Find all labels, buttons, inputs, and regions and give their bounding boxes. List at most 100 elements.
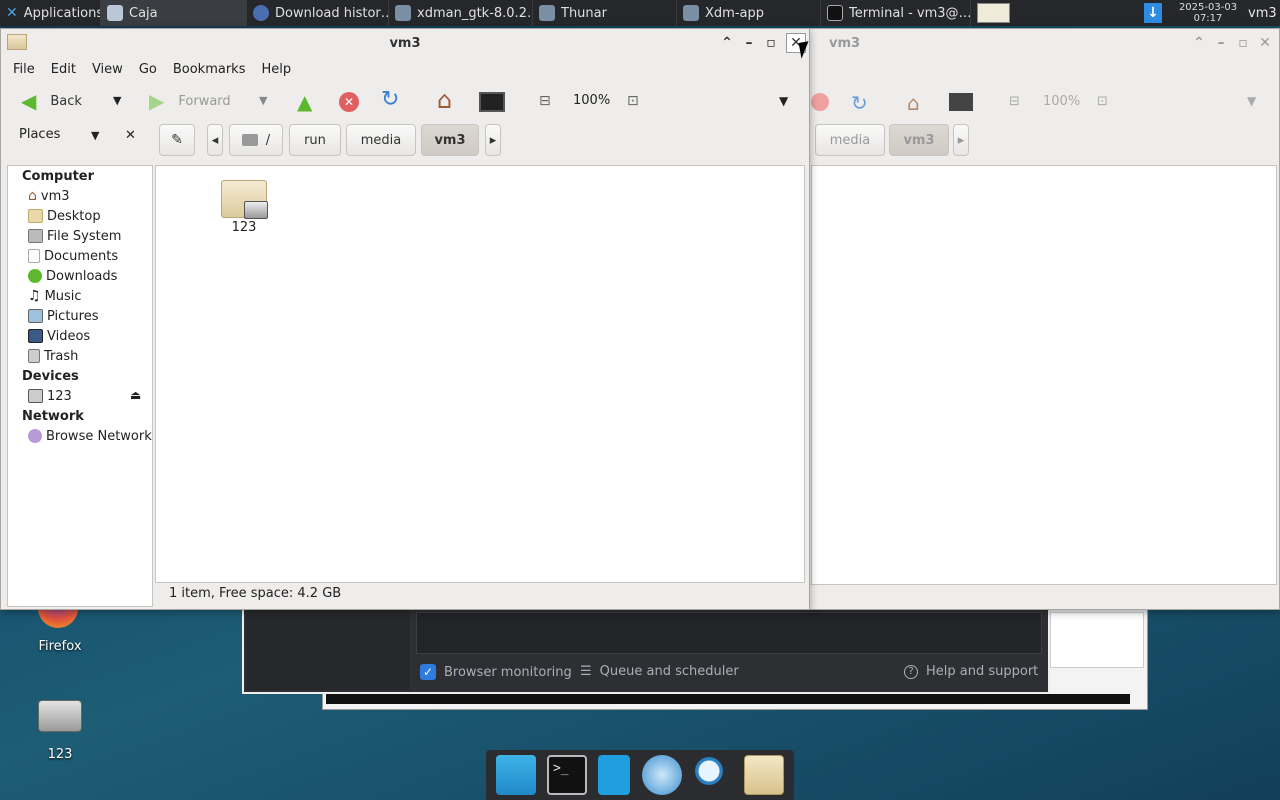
file-item[interactable]: 123 bbox=[214, 180, 274, 235]
menu-go[interactable]: Go bbox=[131, 62, 165, 77]
task-download-history[interactable]: Download histor… bbox=[246, 0, 388, 26]
second-crumb-vm3[interactable]: vm3 bbox=[889, 124, 949, 156]
maximize-icon[interactable]: ▫ bbox=[763, 35, 779, 51]
task-terminal[interactable]: Terminal - vm3@… bbox=[820, 0, 970, 26]
overflow-chevron-icon[interactable]: ▼ bbox=[779, 94, 788, 108]
task-xdman[interactable]: xdman_gtk-8.0.2… bbox=[388, 0, 532, 26]
browser-monitoring-toggle[interactable]: ✓ Browser monitoring bbox=[420, 664, 572, 680]
zoom-out-icon[interactable]: ⊟ bbox=[539, 93, 551, 109]
caja-window: vm3 ⌃ – ▫ ✕ File Edit View Go Bookmarks … bbox=[0, 28, 810, 610]
crumb-prev-icon[interactable]: ◂ bbox=[207, 124, 223, 156]
sidebar-item-trash[interactable]: Trash bbox=[8, 346, 152, 366]
second-zoom-level: 100% bbox=[1043, 94, 1081, 109]
sidebar-header-computer: Computer bbox=[22, 168, 95, 184]
crumb-next-icon[interactable]: ▸ bbox=[485, 124, 501, 156]
computer-icon[interactable] bbox=[949, 93, 973, 111]
maximize-icon[interactable]: ▫ bbox=[1235, 35, 1251, 51]
task-thunar[interactable]: Thunar bbox=[532, 0, 676, 26]
back-history-dropdown-icon[interactable]: ▼ bbox=[113, 94, 121, 107]
firefox-desktop-label: Firefox bbox=[38, 639, 82, 654]
home-icon[interactable]: ⌂ bbox=[437, 86, 452, 114]
second-crumb-next[interactable]: ▸ bbox=[953, 124, 969, 156]
folder-icon bbox=[7, 34, 27, 50]
chevron-up-icon[interactable]: ⌃ bbox=[1191, 35, 1207, 51]
sidebar-item-music[interactable]: ♫ Music bbox=[8, 286, 152, 306]
eject-icon[interactable]: ⏏ bbox=[130, 388, 141, 402]
crumb-run[interactable]: run bbox=[289, 124, 341, 156]
sidebar-item-documents[interactable]: Documents bbox=[8, 246, 152, 266]
checkbox-checked-icon: ✓ bbox=[420, 664, 436, 680]
edit-location-button[interactable]: ✎ bbox=[159, 124, 195, 156]
drive-desktop-icon[interactable] bbox=[38, 700, 82, 736]
show-desktop-icon[interactable] bbox=[495, 755, 536, 795]
file-manager-icon[interactable] bbox=[598, 755, 631, 795]
sidebar-item-file-system[interactable]: File System bbox=[8, 226, 152, 246]
zoom-in-icon[interactable]: ⊡ bbox=[1097, 94, 1108, 109]
crumb-vm3[interactable]: vm3 bbox=[421, 124, 479, 156]
stop-icon[interactable] bbox=[811, 93, 829, 111]
reload-icon[interactable]: ↻ bbox=[851, 91, 868, 115]
back-button[interactable]: ◀ Back bbox=[21, 91, 82, 111]
clock[interactable]: 2025-03-03 07:17 bbox=[1168, 2, 1248, 24]
xdm-side-panel bbox=[1050, 612, 1144, 668]
up-arrow-icon[interactable]: ▲ bbox=[297, 90, 312, 114]
applications-label: Applications bbox=[23, 5, 100, 21]
drive-icon bbox=[38, 700, 82, 732]
overflow-chevron-icon[interactable]: ▼ bbox=[1247, 94, 1256, 108]
file-item-label: 123 bbox=[231, 220, 257, 235]
panel-user[interactable]: vm3 bbox=[1248, 6, 1280, 21]
close-icon[interactable]: ✕ bbox=[1257, 35, 1273, 51]
minimize-icon[interactable]: – bbox=[741, 35, 757, 51]
terminal-icon[interactable]: >_ bbox=[546, 755, 587, 795]
task-xdm-app[interactable]: Xdm-app bbox=[676, 0, 820, 26]
folder-drive-icon bbox=[221, 180, 268, 219]
reload-icon[interactable]: ↻ bbox=[381, 87, 399, 112]
crumb-root[interactable]: / bbox=[229, 124, 283, 156]
stop-icon[interactable]: ✕ bbox=[339, 92, 359, 112]
xfce-logo-icon: ✕ bbox=[6, 5, 18, 21]
second-window-title: vm3 bbox=[829, 35, 861, 51]
second-toolbar: ↻ ⌂ ⊟ 100% ⊡ ▼ bbox=[807, 81, 1279, 123]
help-support-button[interactable]: ? Help and support bbox=[904, 664, 1038, 679]
zoom-out-icon[interactable]: ⊟ bbox=[1009, 94, 1020, 109]
second-content-area[interactable] bbox=[811, 165, 1277, 585]
menu-bookmarks[interactable]: Bookmarks bbox=[165, 62, 254, 77]
sidebar-item-downloads[interactable]: Downloads bbox=[8, 266, 152, 286]
second-crumb-media[interactable]: media bbox=[815, 124, 885, 156]
sidebar-item-device-123[interactable]: 123 ⏏ bbox=[8, 386, 152, 406]
workspace-switcher[interactable] bbox=[970, 0, 1016, 26]
close-sidebar-icon[interactable]: ✕ bbox=[125, 128, 136, 143]
chevron-up-icon[interactable]: ⌃ bbox=[719, 35, 735, 51]
menu-help[interactable]: Help bbox=[253, 62, 299, 77]
zoom-in-icon[interactable]: ⊡ bbox=[627, 93, 639, 109]
status-bar: 1 item, Free space: 4.2 GB bbox=[169, 586, 342, 601]
home-icon[interactable]: ⌂ bbox=[907, 91, 920, 115]
menu-view[interactable]: View bbox=[84, 62, 131, 77]
menu-edit[interactable]: Edit bbox=[43, 62, 84, 77]
forward-history-dropdown-icon[interactable]: ▼ bbox=[259, 94, 267, 107]
crumb-media[interactable]: media bbox=[346, 124, 416, 156]
applications-menu[interactable]: ✕ Applications bbox=[0, 0, 100, 26]
sidebar-item-videos[interactable]: Videos bbox=[8, 326, 152, 346]
folder-icon[interactable] bbox=[744, 755, 785, 795]
minimize-icon[interactable]: – bbox=[1213, 35, 1229, 51]
queue-scheduler-button[interactable]: ☰ Queue and scheduler bbox=[580, 664, 739, 679]
menu-file[interactable]: File bbox=[5, 62, 43, 77]
places-dropdown-icon[interactable]: ▼ bbox=[91, 129, 99, 142]
download-indicator[interactable]: ↓ bbox=[1138, 0, 1168, 26]
places-sidebar: Computer ⌂ vm3 Desktop File System Docum… bbox=[7, 165, 153, 607]
queue-icon: ☰ bbox=[580, 664, 592, 679]
pictures-icon bbox=[28, 309, 43, 323]
sidebar-item-browse-network[interactable]: Browse Network bbox=[8, 426, 152, 446]
file-view[interactable]: 123 bbox=[155, 165, 805, 583]
computer-icon[interactable] bbox=[479, 92, 505, 112]
sidebar-item-pictures[interactable]: Pictures bbox=[8, 306, 152, 326]
sidebar-item-vm3[interactable]: ⌂ vm3 bbox=[8, 186, 152, 206]
web-browser-icon[interactable] bbox=[641, 755, 682, 795]
task-caja[interactable]: Caja bbox=[100, 0, 246, 26]
search-icon[interactable] bbox=[692, 755, 733, 795]
sidebar-item-desktop[interactable]: Desktop bbox=[8, 206, 152, 226]
workspace-icon bbox=[977, 3, 1010, 23]
forward-button[interactable]: ▶ Forward bbox=[149, 91, 231, 111]
dock: >_ bbox=[486, 750, 794, 800]
